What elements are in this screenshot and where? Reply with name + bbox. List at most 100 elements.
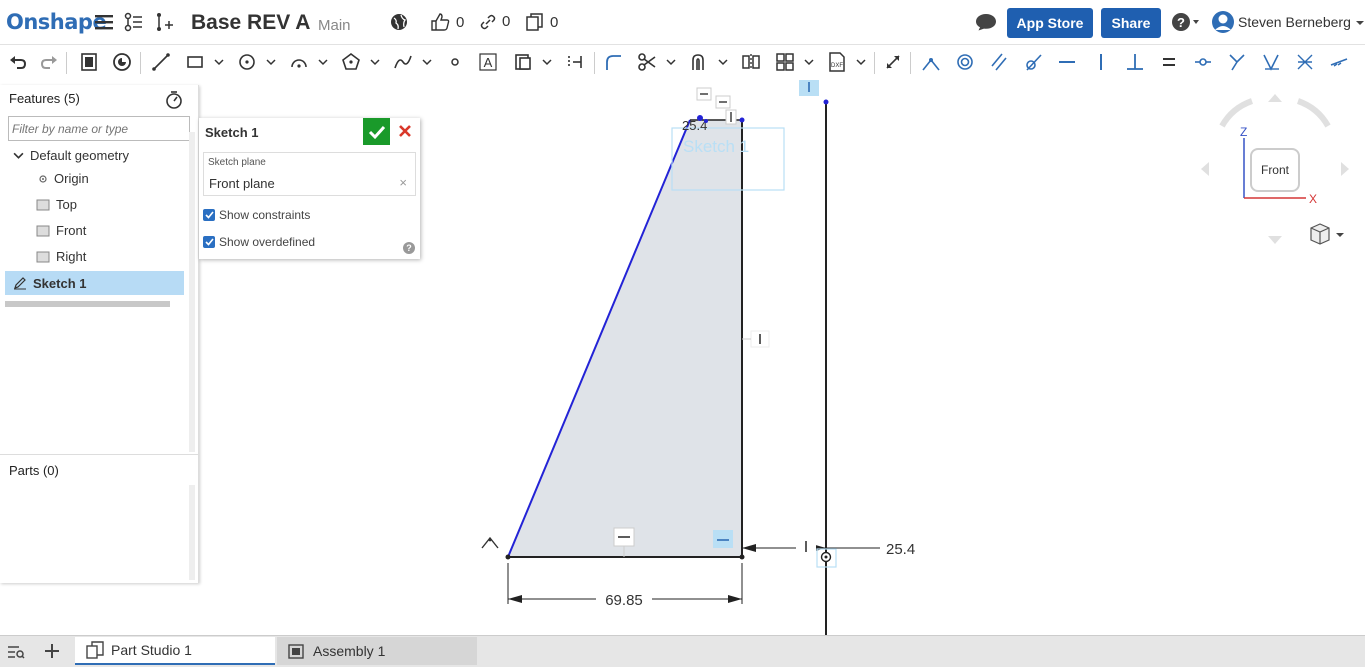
dxf-import-icon[interactable]: DXF	[826, 51, 848, 73]
midpoint-constraint-icon[interactable]	[1192, 51, 1214, 73]
features-title: Features (5)	[9, 91, 80, 106]
app-store-button[interactable]: App Store	[1007, 8, 1093, 38]
tab-part-studio-1[interactable]: Part Studio 1	[75, 637, 275, 665]
cancel-button[interactable]	[395, 121, 415, 141]
view-cube-front-face[interactable]: Front	[1250, 148, 1300, 192]
thumbs-up-icon	[431, 13, 450, 31]
x-axis-label: X	[1309, 192, 1317, 206]
feature-item-top[interactable]: Top	[36, 197, 77, 212]
feature-list-icon[interactable]	[78, 51, 100, 73]
mirror-tool-icon[interactable]	[740, 51, 762, 73]
link-icon	[480, 14, 496, 29]
dimension-tool-icon[interactable]	[882, 51, 904, 73]
feature-item-origin[interactable]: Origin	[38, 171, 89, 186]
show-constraints-checkbox[interactable]: Show constraints	[203, 208, 310, 222]
feature-item-front[interactable]: Front	[36, 223, 86, 238]
chevron-down-icon[interactable]	[804, 57, 814, 67]
clear-plane-icon[interactable]: ×	[399, 175, 407, 190]
fix-constraint-icon[interactable]	[1328, 51, 1350, 73]
link-counter[interactable]: 0	[480, 13, 510, 30]
default-geometry-group[interactable]: Default geometry	[13, 148, 129, 163]
copy-counter[interactable]: 0	[526, 13, 558, 31]
redo-icon[interactable]	[38, 51, 60, 73]
plane-icon	[36, 251, 50, 262]
vertical-scrollbar[interactable]	[189, 132, 195, 452]
sketch-plane-field[interactable]: Sketch plane Front plane ×	[203, 152, 416, 196]
version-graph-icon[interactable]	[123, 11, 145, 33]
view-right-arrow	[1341, 162, 1349, 176]
chevron-down-icon[interactable]	[542, 57, 552, 67]
like-counter[interactable]: 0	[430, 13, 464, 31]
pierce-constraint-icon[interactable]	[1260, 51, 1282, 73]
document-title[interactable]: Base REV A	[191, 11, 310, 35]
parallel-constraint-icon[interactable]	[988, 51, 1010, 73]
chevron-down-icon[interactable]	[370, 57, 380, 67]
help-icon[interactable]: ?	[403, 242, 415, 254]
spline-tool-icon[interactable]	[392, 51, 414, 73]
text-tool-icon[interactable]: A	[477, 51, 499, 73]
chevron-down-icon[interactable]	[422, 57, 432, 67]
chevron-down-icon[interactable]	[266, 57, 276, 67]
symmetric-constraint-icon[interactable]	[1294, 51, 1316, 73]
width-dimension: 69.85	[605, 592, 643, 609]
arc-tool-icon[interactable]	[288, 51, 310, 73]
insert-image-icon[interactable]	[512, 51, 534, 73]
perpendicular-constraint-icon[interactable]	[1124, 51, 1146, 73]
tab-assembly-1[interactable]: Assembly 1	[277, 637, 477, 665]
tab-bar: Part Studio 1 Assembly 1	[0, 635, 1365, 667]
parts-scrollbar[interactable]	[189, 485, 195, 580]
checkbox-checked-icon[interactable]	[203, 209, 215, 221]
offset-tool-icon[interactable]	[688, 51, 710, 73]
sketch-vertex	[739, 554, 745, 560]
help-menu-icon[interactable]: ?	[1170, 11, 1202, 33]
hamburger-menu-icon[interactable]	[93, 11, 115, 33]
vertical-constraint-icon[interactable]	[1090, 51, 1112, 73]
user-avatar-icon[interactable]	[1210, 11, 1236, 33]
concentric-constraint-icon[interactable]	[954, 51, 976, 73]
origin-icon	[39, 174, 47, 183]
share-button[interactable]: Share	[1101, 8, 1161, 38]
horizontal-constraint-icon[interactable]	[1056, 51, 1078, 73]
horizontal-constraint-badge	[713, 530, 733, 548]
fillet-tool-icon[interactable]	[602, 51, 624, 73]
chevron-down-icon[interactable]	[718, 57, 728, 67]
point-tool-icon[interactable]	[444, 51, 466, 73]
user-menu[interactable]: Steven Berneberg	[1238, 14, 1365, 30]
assembly-icon	[288, 644, 304, 659]
reference-endpoint	[823, 99, 829, 105]
undo-icon[interactable]	[7, 51, 29, 73]
chevron-down-icon[interactable]	[856, 57, 866, 67]
use-icon[interactable]	[111, 51, 133, 73]
polygon-tool-icon[interactable]	[340, 51, 362, 73]
insert-feature-icon[interactable]	[153, 11, 175, 33]
document-branch[interactable]: Main	[318, 17, 351, 34]
normal-constraint-icon[interactable]	[1226, 51, 1248, 73]
comments-icon[interactable]	[975, 11, 997, 33]
line-tool-icon[interactable]	[150, 51, 172, 73]
tangent-constraint-icon[interactable]	[1022, 51, 1044, 73]
accept-button[interactable]	[363, 118, 390, 145]
chevron-down-icon[interactable]	[214, 57, 224, 67]
tab-manager-icon[interactable]	[7, 644, 25, 665]
sketch-plane-value: Front plane	[209, 176, 275, 191]
copy-icon	[526, 13, 543, 31]
equal-constraint-icon[interactable]	[1158, 51, 1180, 73]
feature-item-sketch-1[interactable]: Sketch 1	[5, 271, 184, 295]
feature-filter-input[interactable]	[8, 116, 190, 141]
add-tab-icon[interactable]	[44, 643, 60, 664]
checkbox-checked-icon[interactable]	[203, 236, 215, 248]
rectangle-tool-icon[interactable]	[184, 51, 206, 73]
chevron-down-icon[interactable]	[666, 57, 676, 67]
globe-icon[interactable]	[388, 11, 410, 33]
coincident-constraint-icon[interactable]	[920, 51, 942, 73]
pattern-tool-icon[interactable]	[774, 51, 796, 73]
chevron-down-icon[interactable]	[318, 57, 328, 67]
rollback-timer-icon[interactable]	[164, 90, 184, 110]
horizontal-scrollbar[interactable]	[5, 301, 170, 307]
circle-tool-icon[interactable]	[236, 51, 258, 73]
trim-tool-icon[interactable]	[636, 51, 658, 73]
feature-item-right[interactable]: Right	[36, 249, 86, 264]
onshape-logo[interactable]: Onshape	[6, 10, 107, 34]
construction-tool-icon[interactable]	[564, 51, 586, 73]
show-overdefined-checkbox[interactable]: Show overdefined	[203, 235, 315, 249]
